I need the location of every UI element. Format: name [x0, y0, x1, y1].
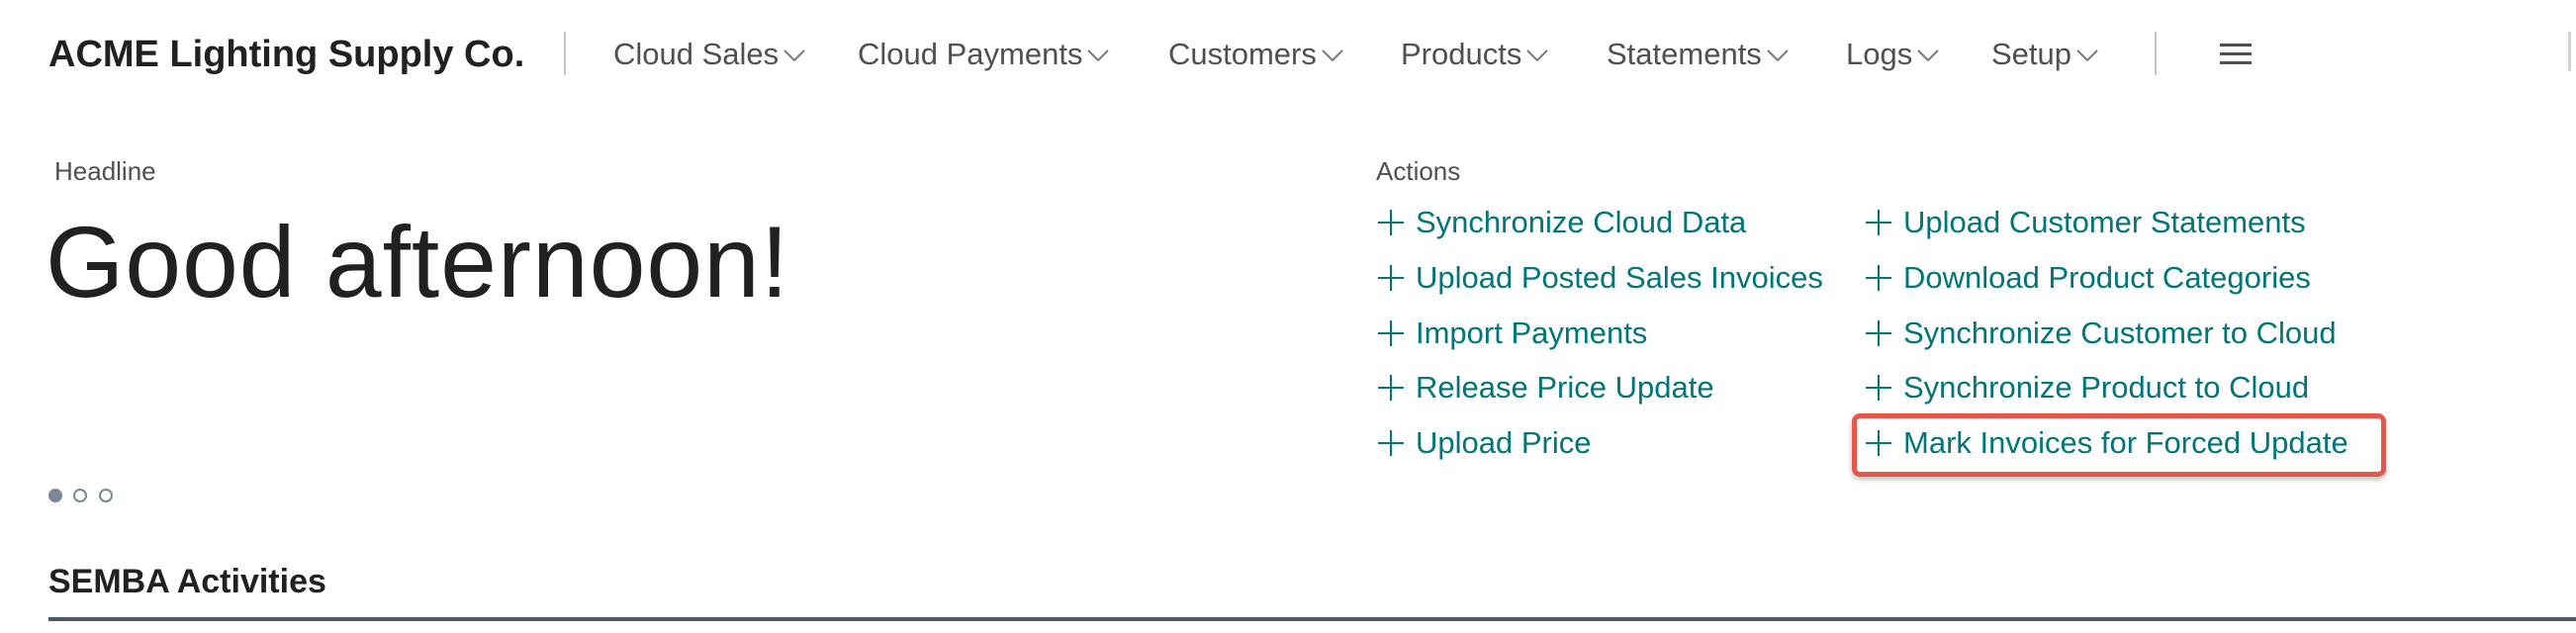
nav-logs[interactable]: Logs — [1846, 28, 1940, 81]
actions-caption: Actions — [1376, 156, 1461, 186]
nav-setup[interactable]: Setup — [1991, 28, 2099, 81]
action-label: Synchronize Cloud Data — [1416, 205, 1747, 239]
nav-separator — [564, 32, 566, 75]
nav-label: Setup — [1991, 37, 2072, 71]
pager-dot-3[interactable] — [99, 489, 113, 502]
company-name[interactable]: ACME Lighting Supply Co. — [48, 28, 524, 81]
plus-icon — [1866, 320, 1891, 346]
action-import-payments[interactable]: Import Payments — [1378, 311, 1647, 356]
action-label: Synchronize Product to Cloud — [1903, 370, 2310, 405]
chevron-down-icon — [2076, 49, 2098, 62]
action-synchronize-cloud-data[interactable]: Synchronize Cloud Data — [1378, 200, 1746, 245]
action-release-price-update[interactable]: Release Price Update — [1378, 365, 1714, 410]
nav-cloud-payments[interactable]: Cloud Payments — [858, 28, 1110, 81]
window-edge — [2568, 32, 2571, 71]
nav-label: Logs — [1846, 37, 1913, 71]
chevron-down-icon — [783, 49, 805, 62]
greeting-headline: Good afternoon! — [46, 206, 790, 318]
action-synchronize-customer-to-cloud[interactable]: Synchronize Customer to Cloud — [1866, 311, 2337, 356]
section-title: SEMBA Activities — [48, 563, 326, 600]
nav-label: Cloud Payments — [858, 37, 1083, 71]
plus-icon — [1866, 265, 1891, 291]
chevron-down-icon — [1767, 49, 1789, 62]
plus-icon — [1378, 210, 1404, 235]
nav-cloud-sales[interactable]: Cloud Sales — [613, 28, 806, 81]
chevron-down-icon — [1526, 49, 1549, 62]
plus-icon — [1866, 430, 1891, 456]
nav-label: Products — [1401, 37, 1522, 71]
nav-label: Cloud Sales — [613, 37, 780, 71]
action-label: Release Price Update — [1416, 370, 1714, 405]
action-label: Download Product Categories — [1903, 260, 2311, 295]
action-upload-price[interactable]: Upload Price — [1378, 420, 1591, 466]
action-download-product-categories[interactable]: Download Product Categories — [1866, 255, 2311, 301]
action-synchronize-product-to-cloud[interactable]: Synchronize Product to Cloud — [1866, 365, 2309, 410]
plus-icon — [1378, 320, 1404, 346]
action-upload-posted-sales-invoices[interactable]: Upload Posted Sales Invoices — [1378, 255, 1823, 301]
hamburger-icon[interactable] — [2220, 44, 2252, 65]
nav-statements[interactable]: Statements — [1607, 28, 1790, 81]
plus-icon — [1378, 265, 1404, 291]
action-label: Mark Invoices for Forced Update — [1903, 425, 2348, 460]
nav-customers[interactable]: Customers — [1168, 28, 1344, 81]
plus-icon — [1378, 375, 1404, 401]
action-mark-invoices-for-forced-update[interactable]: Mark Invoices for Forced Update — [1866, 420, 2348, 466]
nav-separator — [2155, 32, 2157, 75]
action-label: Upload Customer Statements — [1903, 205, 2306, 239]
plus-icon — [1378, 430, 1404, 456]
nav-products[interactable]: Products — [1401, 28, 1549, 81]
chevron-down-icon — [1322, 49, 1343, 62]
action-label: Upload Posted Sales Invoices — [1416, 260, 1823, 295]
action-upload-customer-statements[interactable]: Upload Customer Statements — [1866, 200, 2306, 245]
action-label: Upload Price — [1416, 425, 1592, 460]
pager-dot-2[interactable] — [73, 489, 87, 502]
section-divider — [48, 617, 2576, 621]
nav-label: Customers — [1168, 37, 1317, 71]
action-label: Import Payments — [1416, 316, 1648, 350]
chevron-down-icon — [1087, 49, 1110, 62]
headline-caption: Headline — [54, 156, 156, 186]
action-label: Synchronize Customer to Cloud — [1903, 316, 2337, 350]
chevron-down-icon — [1917, 49, 1939, 62]
plus-icon — [1866, 375, 1891, 401]
nav-label: Statements — [1607, 37, 1762, 71]
plus-icon — [1866, 210, 1891, 235]
pager-dot-1[interactable] — [48, 489, 62, 502]
